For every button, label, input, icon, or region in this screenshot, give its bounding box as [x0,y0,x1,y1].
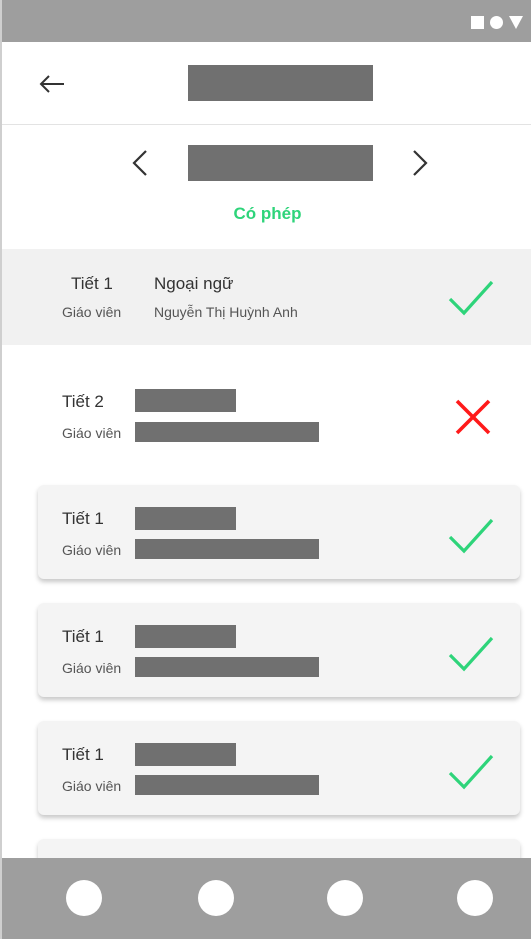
subject-placeholder [135,743,236,766]
status-filter-label: Có phép [233,204,302,223]
check-icon [446,629,496,679]
teacher-label: Giáo viên [62,778,122,794]
period-label: Tiết 1 [62,627,104,646]
period-label: Tiết 1 [62,745,104,764]
subject-placeholder [135,507,236,530]
check-icon [446,273,496,323]
app-bar [2,42,531,125]
nav-item-2[interactable] [198,880,234,916]
triangle-icon [509,15,523,29]
period-label: Tiết 1 [71,274,113,293]
chevron-left-icon [132,150,147,176]
subject-placeholder [135,625,236,648]
lesson-card[interactable]: Tiết 1 Giáo viên [38,485,520,579]
teacher-name: Nguyễn Thị Huỳnh Anh [154,304,298,320]
nav-item-1[interactable] [66,880,102,916]
check-icon [446,511,496,561]
status-icons [471,14,523,30]
lesson-card[interactable]: Tiết 1 Giáo viên [38,603,520,697]
teacher-label: Giáo viên [62,425,122,441]
teacher-placeholder [135,775,319,795]
lesson-row[interactable]: Tiết 2 Giáo viên [2,369,531,465]
circle-icon [490,15,503,29]
page-title [188,65,373,101]
period-label: Tiết 1 [62,509,104,528]
status-bar [2,0,531,42]
date-navigator [2,125,531,200]
arrow-left-icon [39,75,64,93]
subject-label: Ngoại ngữ [154,274,234,293]
bottom-nav [2,858,531,939]
teacher-placeholder [135,539,319,559]
subject-placeholder [135,389,236,412]
cross-icon [448,392,498,442]
date-label [188,145,373,181]
teacher-label: Giáo viên [62,660,122,676]
period-label: Tiết 2 [62,392,104,411]
back-button[interactable] [32,67,72,101]
teacher-placeholder [135,422,319,442]
teacher-label: Giáo viên [62,304,122,320]
lesson-row[interactable]: Tiết 1 Ngoại ngữ Giáo viên Nguyễn Thị Hu… [2,249,531,345]
check-icon [446,747,496,797]
next-date-button[interactable] [402,143,438,183]
nav-item-3[interactable] [327,880,363,916]
prev-date-button[interactable] [122,143,158,183]
phone-screen: Có phép Tiết 1 Ngoại ngữ Giáo viên Nguyễ… [0,0,531,939]
teacher-placeholder [135,657,319,677]
chevron-right-icon [413,150,428,176]
nav-item-4[interactable] [457,880,493,916]
square-icon [471,15,484,29]
lesson-card[interactable]: Tiết 1 Giáo viên [38,721,520,815]
teacher-label: Giáo viên [62,542,122,558]
